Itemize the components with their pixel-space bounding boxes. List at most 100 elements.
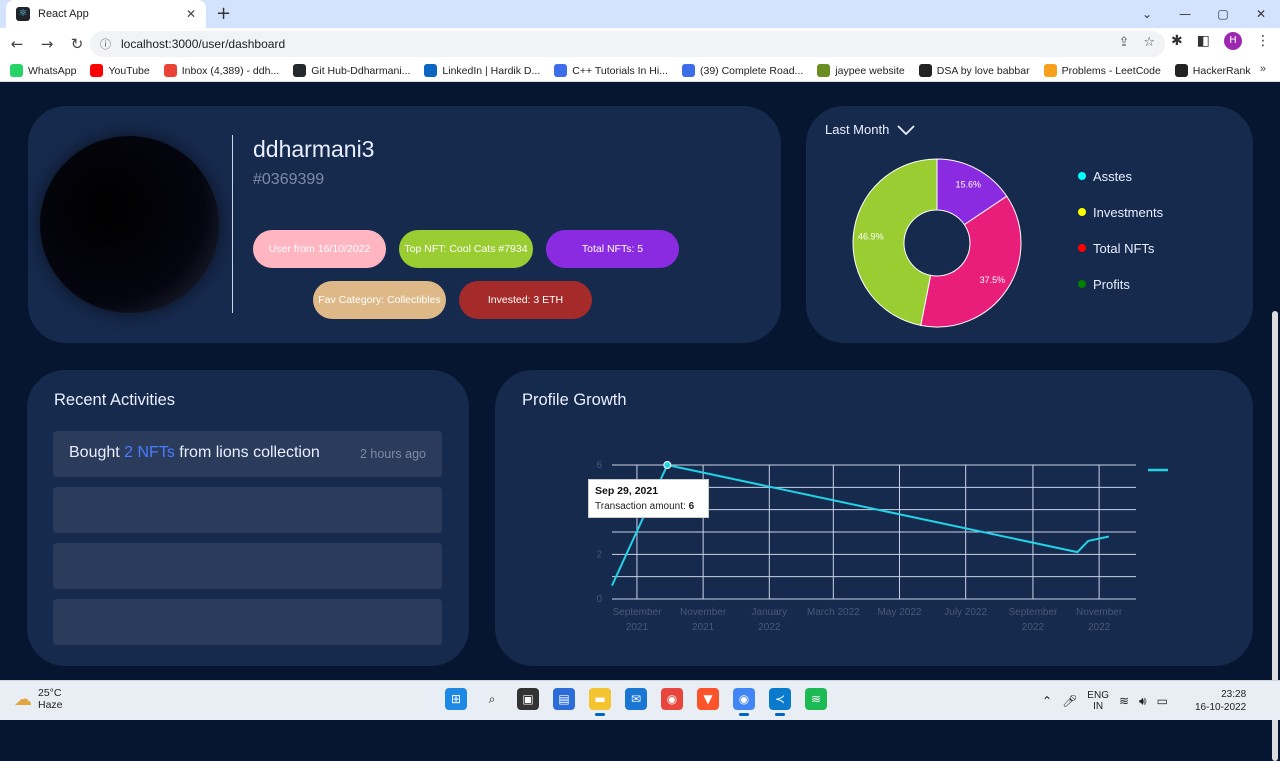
bookmark-item[interactable]: WhatsApp (10, 64, 76, 77)
browser-tab[interactable]: ⚛ React App ✕ (6, 0, 206, 28)
wifi-icon[interactable]: ≋ (1119, 694, 1129, 708)
region-code: IN (1093, 701, 1104, 712)
bookmark-icon (918, 64, 932, 77)
y-tick-label: 2 (596, 549, 602, 560)
profile-avatar[interactable]: H (1224, 32, 1242, 50)
tab-strip: ⚛ React App ✕ + ⌄ — ▢ ✕ (0, 0, 1280, 28)
maximize-button[interactable]: ▢ (1204, 0, 1242, 28)
back-button[interactable]: ← (4, 31, 30, 57)
bookmark-icon (424, 64, 438, 77)
close-icon[interactable]: ✕ (186, 7, 196, 21)
bookmark-label: Problems - LeetCode (1061, 64, 1161, 77)
bookmark-item[interactable]: LinkedIn | Hardik D... (424, 64, 540, 77)
minimize-button[interactable]: — (1166, 0, 1204, 28)
profile-divider (232, 135, 233, 313)
url-text[interactable]: localhost:3000/user/dashboard (121, 37, 285, 51)
bookmark-item[interactable]: Problems - LeetCode (1043, 64, 1161, 77)
bookmark-item[interactable]: DSA by love babbar (918, 64, 1030, 77)
clock-date: 16-10-2022 (1195, 702, 1247, 713)
activity-highlight[interactable]: 2 NFTs (124, 444, 175, 461)
info-icon[interactable]: ⓘ (100, 36, 111, 52)
activity-time: 2 hours ago (359, 447, 426, 461)
donut-slice-label: 15.6% (956, 179, 982, 189)
language-indicator[interactable]: ENG IN (1087, 690, 1109, 712)
system-clock[interactable]: 23:28 16-10-2022 (1195, 688, 1246, 714)
new-tab-button[interactable]: + (216, 3, 231, 24)
tab-search-icon[interactable]: ⌄ (1128, 0, 1166, 28)
search-icon[interactable]: ⌕ (481, 688, 503, 710)
scrollbar[interactable] (1270, 83, 1280, 761)
y-tick-label: 6 (596, 460, 602, 471)
chrome-icon[interactable]: ◉ (661, 688, 683, 710)
activity-item[interactable] (53, 487, 442, 533)
tooltip-line: Transaction amount: 6 (595, 501, 695, 512)
bookmark-icon (1043, 64, 1057, 77)
task-view-icon[interactable]: ▣ (517, 688, 539, 710)
bookmark-item[interactable]: C++ Tutorials In Hi... (554, 64, 668, 77)
chevron-up-icon[interactable]: ⌃ (1042, 694, 1052, 708)
bookmark-label: LinkedIn | Hardik D... (442, 64, 541, 77)
activity-item[interactable] (53, 543, 442, 589)
active-data-point[interactable] (663, 461, 672, 469)
weather-widget[interactable]: ☁ 25°C Haze (14, 687, 63, 711)
reload-button[interactable]: ↻ (64, 31, 90, 57)
share-icon[interactable]: ⇪ (1118, 35, 1129, 50)
extensions-icon[interactable]: ✱ (1171, 33, 1183, 49)
language-code: ENG (1087, 690, 1109, 701)
bookmark-label: C++ Tutorials In Hi... (572, 64, 668, 77)
period-selector[interactable]: Last Month (825, 122, 915, 137)
file-explorer-icon[interactable]: ▬ (589, 688, 611, 716)
x-tick-label: November (680, 607, 727, 618)
chrome-profile-icon[interactable]: ◉ (733, 688, 755, 716)
address-bar[interactable]: ⓘ localhost:3000/user/dashboard ⇪ ☆ (90, 31, 1165, 57)
bookmark-label: HackerRank (1192, 64, 1251, 77)
bookmark-icon (10, 64, 23, 77)
donut-slice[interactable] (852, 158, 938, 327)
bookmark-star-icon[interactable]: ☆ (1143, 35, 1155, 50)
x-tick-label: July 2022 (944, 607, 987, 618)
bookmark-item[interactable]: HackerRank (1174, 64, 1251, 77)
bookmark-icon (1174, 64, 1188, 77)
activity-text: Bought 2 NFTs from lions collection (69, 444, 320, 462)
vscode-icon[interactable]: ≺ (769, 688, 791, 716)
bookmarks-more-icon[interactable]: » (1260, 63, 1266, 75)
taskbar-apps: ⊞ ⌕ ▣ ▤ ▬ ✉ ◉ ▼ ◉ ≺ ≋ (445, 688, 827, 716)
x-tick-label: 2022 (1022, 622, 1045, 633)
side-panel-icon[interactable]: ◧ (1197, 33, 1210, 49)
bookmark-icon (817, 64, 831, 77)
legend-dot (1078, 280, 1086, 288)
brave-icon[interactable]: ▼ (697, 688, 719, 710)
bookmark-icon (163, 64, 177, 77)
system-tray: ⌃ 🎤︎ ENG IN ≋ 🔊︎ ▭ (1042, 690, 1168, 712)
browser-toolbar: ← → ↻ ⓘ localhost:3000/user/dashboard ⇪ … (0, 28, 1280, 60)
forward-button[interactable]: → (34, 31, 60, 57)
bookmark-label: DSA by love babbar (936, 64, 1030, 77)
volume-icon[interactable]: 🔊︎ (1139, 694, 1147, 709)
start-button[interactable]: ⊞ (445, 688, 467, 710)
chevron-down-icon[interactable] (897, 124, 915, 135)
activity-item[interactable]: Bought 2 NFTs from lions collection 2 ho… (53, 431, 442, 477)
menu-icon[interactable]: ⋮ (1256, 33, 1270, 49)
bookmark-item[interactable]: Git Hub-Ddharmani... (293, 64, 410, 77)
battery-icon[interactable]: ▭ (1157, 694, 1168, 708)
store-icon[interactable]: ▤ (553, 688, 575, 710)
username: ddharmani3 (253, 136, 375, 162)
donut-slice-label: 37.5% (980, 275, 1006, 285)
portfolio-donut-chart: 15.6% 37.5% 46.9% (852, 158, 1022, 328)
tooltip-value: 6 (688, 501, 695, 512)
activity-item[interactable] (53, 599, 442, 645)
badge-user-since: User from 16/10/2022 (253, 230, 386, 268)
x-tick-label: September (1008, 607, 1058, 618)
bookmark-item[interactable]: Inbox (4,389) - ddh... (163, 64, 279, 77)
x-tick-label: 2022 (758, 622, 781, 633)
microphone-icon[interactable]: 🎤︎ (1062, 694, 1077, 708)
bookmark-item[interactable]: jaypee website (817, 64, 905, 77)
period-label[interactable]: Last Month (825, 122, 889, 137)
legend-label: Total NFTs (1093, 240, 1155, 256)
spotify-icon[interactable]: ≋ (805, 688, 827, 710)
mail-icon[interactable]: ✉ (625, 688, 647, 710)
bookmark-item[interactable]: YouTube (90, 64, 150, 77)
bookmark-item[interactable]: (39) Complete Road... (681, 64, 803, 77)
close-window-button[interactable]: ✕ (1242, 0, 1280, 28)
user-id: #0369399 (253, 171, 325, 188)
